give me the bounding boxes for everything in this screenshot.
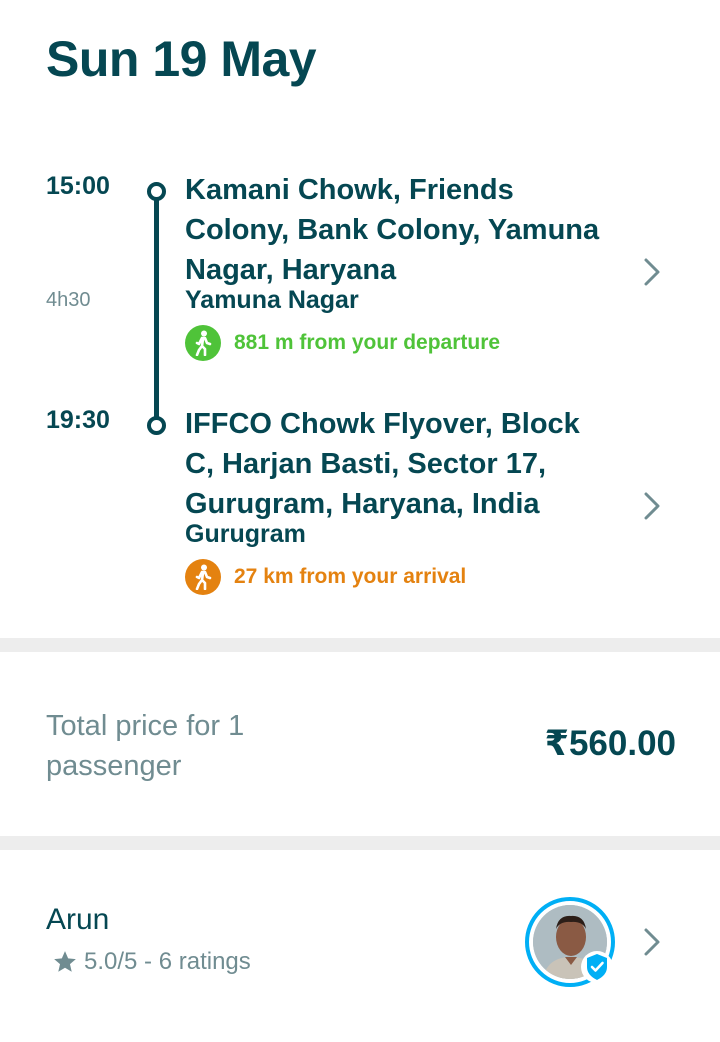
driver-rating: 5.0/5 - 6 ratings [84, 948, 251, 975]
departure-walk-row: 881 m from your departure [185, 325, 615, 361]
section-separator [0, 638, 720, 652]
arrival-chevron-icon[interactable] [638, 490, 666, 522]
arrival-walk-text: 27 km from your arrival [234, 565, 467, 588]
driver-rating-row: 5.0/5 - 6 ratings [52, 948, 251, 976]
driver-name: Arun [46, 903, 110, 936]
driver-chevron-icon[interactable] [638, 926, 666, 958]
walking-person-icon [185, 325, 221, 361]
departure-city: Yamuna Nagar [185, 286, 359, 314]
departure-stop[interactable]: Kamani Chowk, Friends Colony, Bank Colon… [185, 170, 615, 361]
price-value: ₹560.00 [544, 724, 676, 763]
timeline-arrival-dot [147, 416, 166, 435]
trip-duration: 4h30 [46, 289, 91, 311]
departure-chevron-icon[interactable] [638, 256, 666, 288]
verified-badge-icon [580, 950, 614, 984]
timeline-departure-dot [147, 182, 166, 201]
walking-person-icon [185, 559, 221, 595]
departure-walk-text: 881 m from your departure [234, 331, 501, 354]
departure-time: 15:00 [46, 172, 110, 200]
arrival-time: 19:30 [46, 406, 110, 434]
arrival-stop[interactable]: IFFCO Chowk Flyover, Block C, Harjan Bas… [185, 404, 615, 595]
star-icon [54, 951, 76, 972]
arrival-city: Gurugram [185, 520, 306, 548]
section-separator [0, 836, 720, 850]
timeline-line [154, 194, 159, 420]
departure-address: Kamani Chowk, Friends Colony, Bank Colon… [185, 174, 600, 286]
date-title: Sun 19 May [46, 31, 317, 87]
arrival-walk-row: 27 km from your arrival [185, 559, 615, 595]
price-label: Total price for 1 passenger [46, 710, 245, 782]
arrival-address: IFFCO Chowk Flyover, Block C, Harjan Bas… [185, 408, 580, 520]
